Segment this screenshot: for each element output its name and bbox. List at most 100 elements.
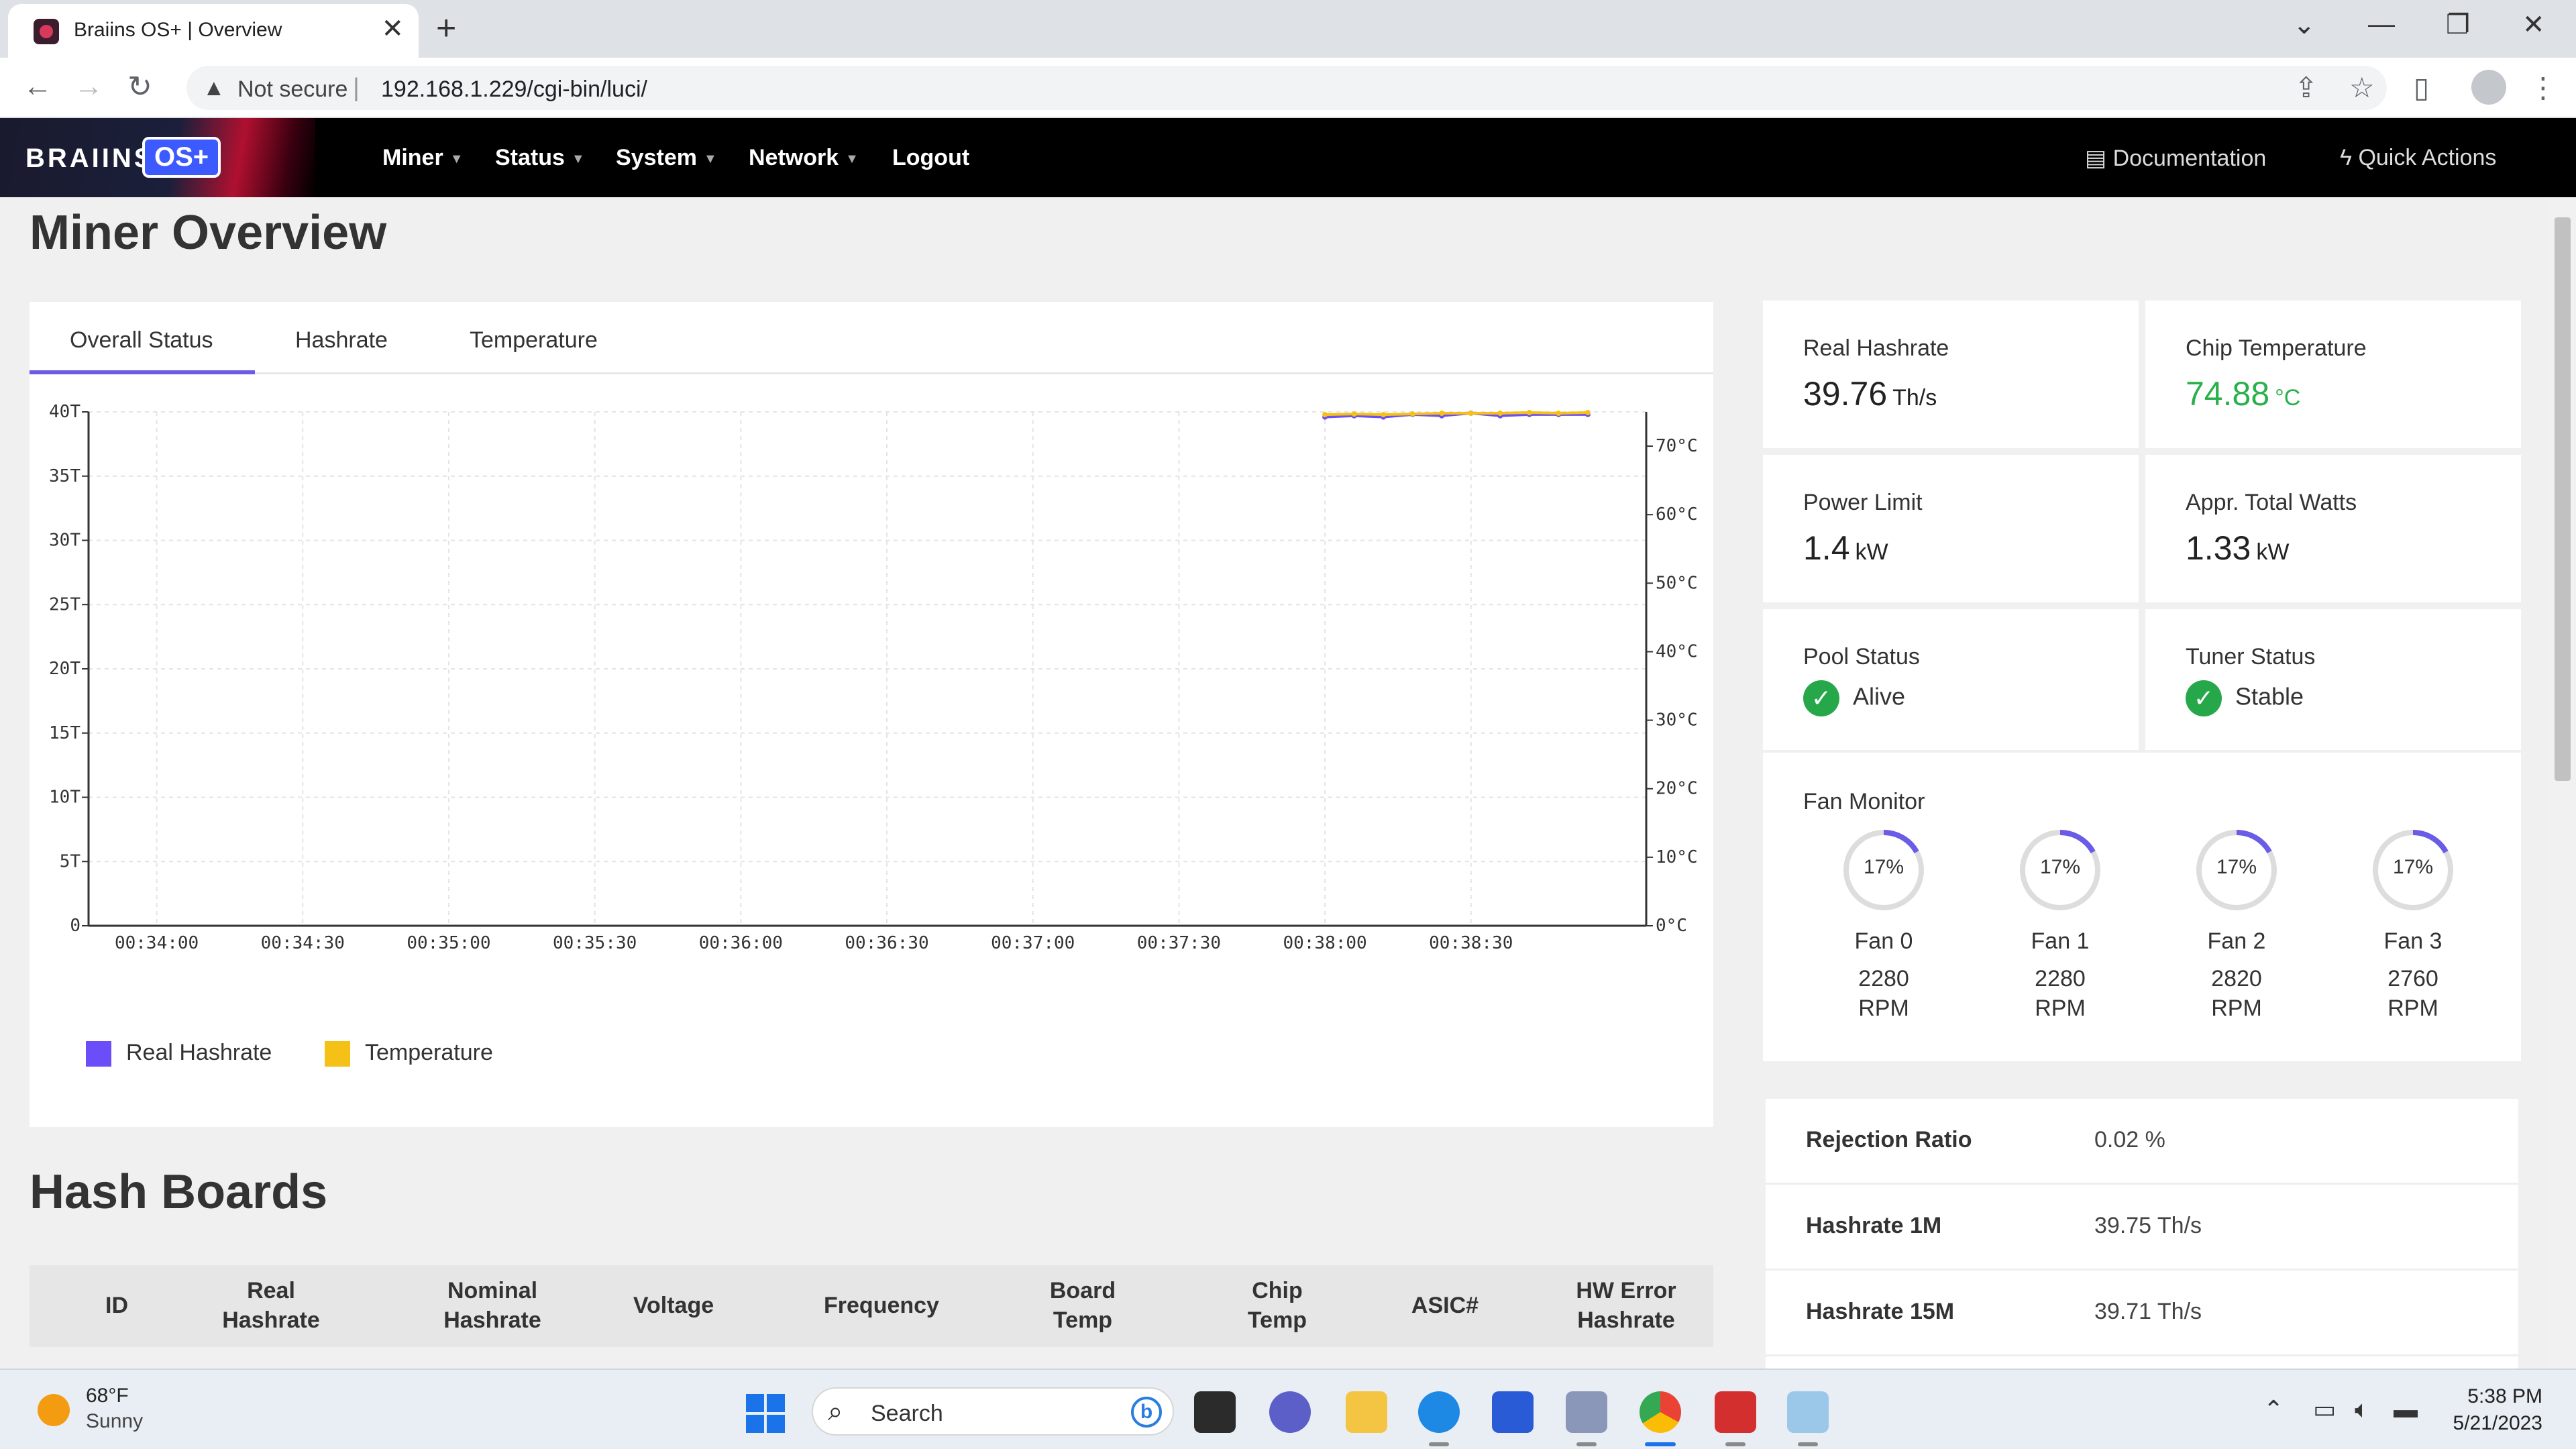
reload-icon[interactable]: ↻ — [127, 70, 152, 104]
windows-start-icon[interactable] — [746, 1394, 785, 1433]
braiins-logo[interactable]: BRAIINS OS+ — [0, 118, 315, 197]
fan-rpm: 2760 RPM — [2346, 964, 2480, 1023]
edge-browser-icon[interactable] — [1418, 1391, 1460, 1433]
menu-miner[interactable]: Miner ▼ — [382, 145, 463, 171]
series-point — [1439, 411, 1445, 417]
logo-brand-text: BRAIINS — [25, 144, 155, 173]
menu-miner-label: Miner — [382, 145, 443, 170]
x-tick-label: 00:36:30 — [845, 933, 928, 953]
tab-search-chevron-icon[interactable]: ⌄ — [2293, 9, 2316, 40]
side-panel-icon[interactable]: ▯ — [2414, 71, 2429, 104]
search-placeholder: Search — [871, 1401, 943, 1426]
volume-icon[interactable]: 🔈︎ — [2355, 1395, 2369, 1424]
task-view-icon[interactable] — [1194, 1391, 1236, 1433]
y-left-tick-label: 20T — [49, 659, 80, 679]
share-icon[interactable]: ⇪ — [2294, 71, 2318, 104]
new-tab-button[interactable]: + — [436, 8, 456, 48]
y-left-tick-label: 10T — [49, 788, 80, 808]
tab-hashrate[interactable]: Hashrate — [295, 327, 388, 354]
column-real-hashrate[interactable]: Real Hashrate — [184, 1276, 358, 1335]
taskbar-search[interactable]: ⌕ Search b — [812, 1387, 1174, 1436]
browser-tab[interactable]: Braiins OS+ | Overview ✕ — [8, 4, 419, 58]
close-tab-icon[interactable]: ✕ — [381, 13, 404, 44]
minimize-window-button[interactable]: — — [2368, 9, 2395, 40]
microsoft-store-icon[interactable] — [1492, 1391, 1534, 1433]
real-hashrate-value: 39.76 — [1803, 375, 1888, 413]
total-watts-card: Appr. Total Watts 1.33 kW — [2145, 455, 2521, 602]
legend-temperature[interactable]: Temperature — [325, 1040, 493, 1067]
pool-status: ✓ Alive — [1803, 680, 1905, 716]
documentation-link[interactable]: ▤ Documentation — [2085, 145, 2266, 172]
column-id[interactable]: ID — [43, 1291, 191, 1320]
bookmark-star-icon[interactable]: ☆ — [2349, 71, 2375, 104]
column-asic-count[interactable]: ASIC# — [1371, 1291, 1519, 1320]
quick-actions-link[interactable]: ϟ Quick Actions — [2340, 145, 2496, 171]
profile-avatar[interactable] — [2471, 70, 2506, 105]
bing-icon[interactable]: b — [1131, 1397, 1162, 1428]
anydesk-icon[interactable] — [1715, 1391, 1756, 1433]
chrome-browser-icon[interactable] — [1640, 1391, 1681, 1433]
y-right-tick-label: 70°C — [1656, 436, 1698, 456]
column-label: ASIC# — [1411, 1293, 1479, 1318]
fan-percent: 17% — [2039, 856, 2081, 878]
metric-key: Hashrate 1M — [1806, 1213, 1942, 1238]
tab-overall-status[interactable]: Overall Status — [70, 327, 213, 354]
menu-system[interactable]: System ▼ — [616, 145, 717, 171]
show-hidden-icons-chevron-icon[interactable]: ⌃ — [2263, 1395, 2284, 1424]
x-tick-label: 00:38:00 — [1283, 933, 1366, 953]
taskbar-clock[interactable]: 5:38 PM 5/21/2023 — [2449, 1383, 2542, 1437]
page-scrollbar[interactable] — [2549, 197, 2576, 1368]
stat-value: 1.33 kW — [2186, 529, 2289, 568]
network-icon[interactable]: ▭ — [2313, 1395, 2336, 1424]
metric-value: 0.02 % — [2094, 1127, 2165, 1152]
power-limit-card: Power Limit 1.4 kW — [1763, 455, 2139, 602]
windows-taskbar: 68°F Sunny ⌕ Search b ⌃ ▭ 🔈︎ ▬ 5:38 PM 5/… — [0, 1368, 2576, 1449]
fan-rpm-value: 2820 — [2211, 966, 2262, 991]
menu-status[interactable]: Status ▼ — [495, 145, 585, 171]
x-tick-label: 00:36:00 — [699, 933, 783, 953]
weather-temperature[interactable]: 68°F — [86, 1385, 129, 1407]
fan-percent: 17% — [2392, 856, 2434, 878]
pool-status-card: Pool Status ✓ Alive — [1763, 609, 2139, 750]
total-watts-value: 1.33 — [2186, 529, 2251, 567]
overview-chart-card: Overall Status Hashrate Temperature 00:3… — [30, 302, 1713, 1127]
y-left-tick-label: 15T — [49, 723, 80, 743]
column-voltage[interactable]: Voltage — [600, 1291, 747, 1320]
battery-icon[interactable]: ▬ — [2394, 1395, 2418, 1424]
scrollbar-thumb[interactable] — [2555, 217, 2571, 781]
legend-real-hashrate[interactable]: Real Hashrate — [86, 1040, 272, 1067]
snipping-tool-icon[interactable] — [1787, 1391, 1829, 1433]
column-frequency[interactable]: Frequency — [788, 1291, 975, 1320]
column-nominal-hashrate[interactable]: Nominal Hashrate — [405, 1276, 580, 1335]
forward-arrow-icon[interactable]: → — [74, 70, 103, 103]
menu-logout[interactable]: Logout — [892, 145, 969, 171]
fan-percent: 17% — [1863, 856, 1904, 878]
file-explorer-icon[interactable] — [1346, 1391, 1387, 1433]
menu-network[interactable]: Network ▼ — [749, 145, 859, 171]
stat-unit: kW — [2256, 539, 2290, 565]
logo-os-badge: OS+ — [142, 137, 221, 178]
address-bar[interactable]: ▲ Not secure | 192.168.1.229/cgi-bin/luc… — [186, 66, 2387, 110]
weather-description[interactable]: Sunny — [86, 1410, 143, 1433]
active-tab-indicator — [30, 370, 255, 374]
sun-icon[interactable] — [38, 1394, 70, 1426]
power-limit-value: 1.4 — [1803, 529, 1850, 567]
series-line-temperature — [1325, 411, 1588, 417]
restore-window-button[interactable]: ❐ — [2446, 9, 2470, 40]
back-arrow-icon[interactable]: ← — [23, 70, 52, 103]
app-active-indicator — [1645, 1442, 1676, 1446]
tab-temperature[interactable]: Temperature — [470, 327, 598, 354]
fan-monitor-label: Fan Monitor — [1803, 789, 1925, 814]
close-window-button[interactable]: ✕ — [2522, 9, 2545, 40]
handshake-app-icon[interactable] — [1566, 1391, 1607, 1433]
x-tick-label: 00:35:30 — [553, 933, 637, 953]
metric-value: 39.71 Th/s — [2094, 1299, 2202, 1324]
legend-swatch — [325, 1041, 350, 1067]
browser-menu-icon[interactable]: ⋮ — [2529, 71, 2557, 104]
column-chip-temp[interactable]: Chip Temp — [1203, 1276, 1351, 1335]
column-hw-error-hashrate[interactable]: HW Error Hashrate — [1539, 1276, 1713, 1335]
series-point — [1468, 411, 1474, 417]
chevron-down-icon: ▼ — [845, 151, 859, 166]
teams-chat-icon[interactable] — [1269, 1391, 1311, 1433]
column-board-temp[interactable]: Board Temp — [1009, 1276, 1157, 1335]
